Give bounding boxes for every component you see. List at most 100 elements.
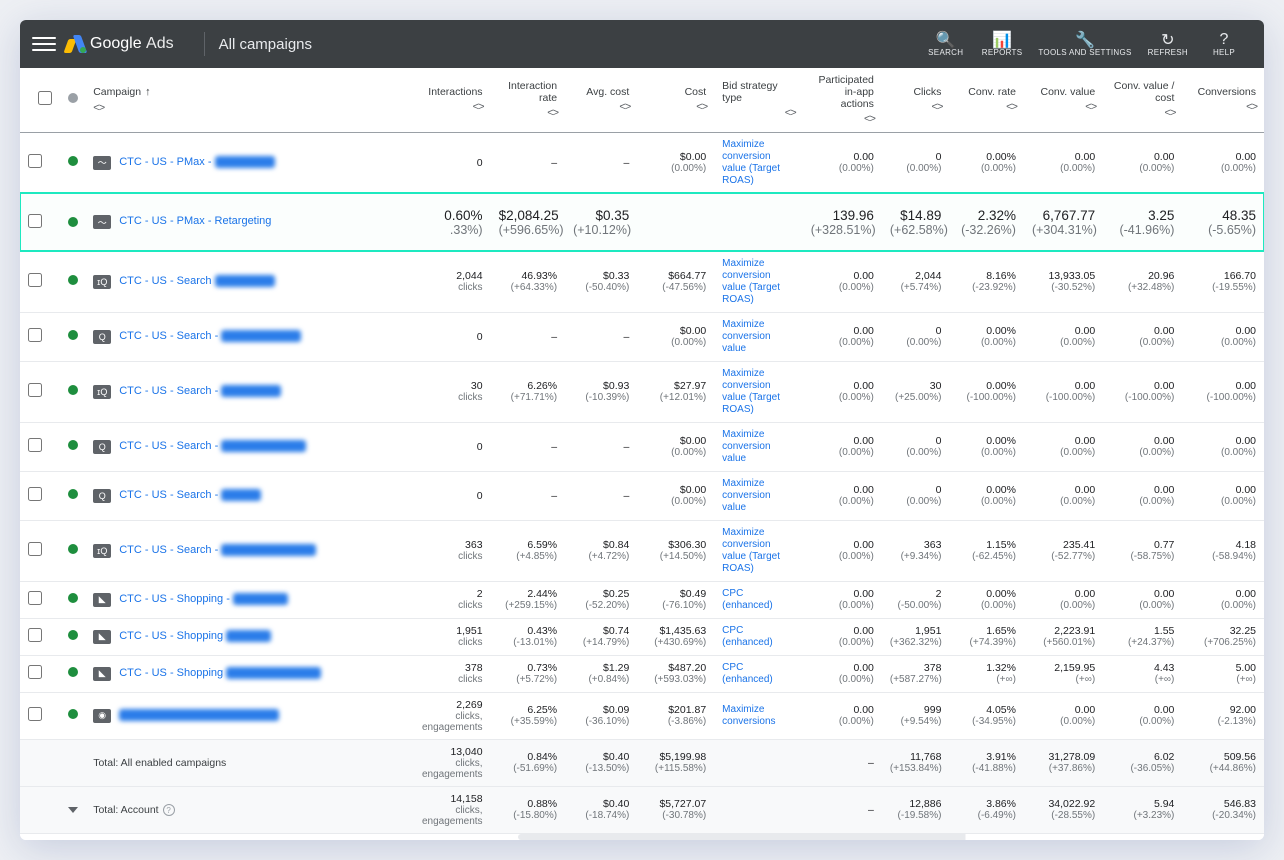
- campaign-link[interactable]: CTC - US - Shopping -: [119, 593, 288, 606]
- column-interactions[interactable]: Interactions< >: [411, 68, 490, 132]
- column-conv_rate[interactable]: Conv. rate< >: [949, 68, 1024, 132]
- campaign-link[interactable]: CTC - US - PMax - Retargeting: [119, 215, 271, 228]
- campaign-link[interactable]: CTC - US - Search -: [119, 544, 316, 557]
- table-row[interactable]: ɪQCTC - US - Search - 363clicks6.59%(+4.…: [20, 520, 1264, 581]
- bid-strategy-link[interactable]: CPC (enhanced): [722, 662, 795, 686]
- table-row[interactable]: 〜CTC - US - PMax - Retargeting 0.60%.33%…: [20, 193, 1264, 251]
- bid-strategy-link[interactable]: Maximize conversion value: [722, 478, 795, 514]
- table-row[interactable]: Total: All enabled campaigns13,040clicks…: [20, 739, 1264, 786]
- toolbar-search[interactable]: 🔍SEARCH: [926, 31, 966, 58]
- status-enabled-icon: [68, 156, 78, 166]
- expand-icon[interactable]: [68, 807, 78, 813]
- campaign-type-icon: Q: [93, 489, 111, 503]
- column-conversions[interactable]: Conversions< >: [1182, 68, 1264, 132]
- chevron-icon: < >: [473, 101, 483, 113]
- campaign-link[interactable]: [119, 709, 279, 722]
- campaign-link[interactable]: CTC - US - Search -: [119, 385, 281, 398]
- row-checkbox[interactable]: [28, 707, 42, 721]
- table-row[interactable]: QCTC - US - Search - 0––$0.00(0.00%)Maxi…: [20, 312, 1264, 361]
- column-cost[interactable]: Cost< >: [637, 68, 714, 132]
- bid-strategy-link[interactable]: CPC (enhanced): [722, 625, 795, 649]
- table-row[interactable]: ɪQCTC - US - Search - 30clicks6.26%(+71.…: [20, 361, 1264, 422]
- column-label: Conv. rate: [968, 86, 1016, 98]
- column-int_rate[interactable]: Interaction rate < >: [491, 68, 566, 132]
- breadcrumb[interactable]: All campaigns: [219, 36, 312, 53]
- campaign-link[interactable]: CTC - US - Search -: [119, 440, 306, 453]
- bid-strategy-link[interactable]: Maximize conversions: [722, 704, 795, 728]
- help-icon[interactable]: ?: [163, 804, 175, 816]
- table-row[interactable]: 〜CTC - US - PMax - 0––$0.00(0.00%)Maximi…: [20, 132, 1264, 193]
- redacted-text: [221, 330, 301, 342]
- redacted-text: [221, 489, 261, 501]
- campaign-link[interactable]: CTC - US - Shopping: [119, 630, 271, 643]
- logo-secondary: Ads: [146, 35, 174, 52]
- toolbar-refresh[interactable]: ↻REFRESH: [1148, 31, 1188, 58]
- scrollbar[interactable]: [518, 834, 1264, 840]
- tool-icon: 🔧: [1038, 31, 1131, 49]
- total-label: Total: Account: [93, 804, 158, 816]
- row-checkbox[interactable]: [28, 154, 42, 168]
- row-checkbox[interactable]: [28, 273, 42, 287]
- status-filter-icon[interactable]: [68, 93, 78, 103]
- chevron-icon: < >: [696, 101, 706, 113]
- row-checkbox[interactable]: [28, 665, 42, 679]
- column-check[interactable]: [20, 68, 60, 132]
- status-enabled-icon: [68, 630, 78, 640]
- table-row[interactable]: QCTC - US - Search - 0––$0.00(0.00%)Maxi…: [20, 471, 1264, 520]
- table-row[interactable]: ◉ 2,269clicks, engagements6.25%(+35.59%)…: [20, 692, 1264, 739]
- table-row[interactable]: ◣CTC - US - Shopping 378clicks0.73%(+5.7…: [20, 655, 1264, 692]
- campaign-link[interactable]: CTC - US - Search -: [119, 330, 301, 343]
- bid-strategy-link[interactable]: Maximize conversion value (Target ROAS): [722, 139, 795, 187]
- column-bid[interactable]: Bid strategy type< >: [714, 68, 803, 132]
- total-label: Total: All enabled campaigns: [93, 757, 226, 769]
- bid-strategy-link[interactable]: Maximize conversion value: [722, 429, 795, 465]
- toolbar-help[interactable]: ?HELP: [1204, 31, 1244, 58]
- bid-strategy-link[interactable]: Maximize conversion value (Target ROAS): [722, 527, 795, 575]
- divider: [204, 32, 205, 56]
- row-checkbox[interactable]: [28, 591, 42, 605]
- row-checkbox[interactable]: [28, 214, 42, 228]
- column-status[interactable]: [60, 68, 86, 132]
- table-row[interactable]: QCTC - US - Search - 0––$0.00(0.00%)Maxi…: [20, 422, 1264, 471]
- column-participated[interactable]: Participated in-app actions< >: [803, 68, 882, 132]
- column-conv_value[interactable]: Conv. value< >: [1024, 68, 1103, 132]
- bid-strategy-link[interactable]: Maximize conversion value: [722, 319, 795, 355]
- table-row[interactable]: Total: Account?14,158clicks, engagements…: [20, 786, 1264, 833]
- bid-strategy-link[interactable]: Maximize conversion value (Target ROAS): [722, 368, 795, 416]
- column-clicks[interactable]: Clicks< >: [882, 68, 950, 132]
- row-checkbox[interactable]: [28, 487, 42, 501]
- table-row[interactable]: ◣CTC - US - Shopping 1,951clicks0.43%(-1…: [20, 618, 1264, 655]
- column-avg_cost[interactable]: Avg. cost< >: [565, 68, 637, 132]
- row-checkbox[interactable]: [28, 438, 42, 452]
- table-row[interactable]: ◣CTC - US - Shopping - 2clicks2.44%(+259…: [20, 581, 1264, 618]
- menu-icon[interactable]: [32, 32, 56, 56]
- campaign-link[interactable]: CTC - US - Search: [119, 275, 274, 288]
- table-row[interactable]: ɪQCTC - US - Search 2,044clicks46.93%(+6…: [20, 251, 1264, 312]
- row-checkbox[interactable]: [28, 628, 42, 642]
- campaign-type-icon: Q: [93, 440, 111, 454]
- tool-label: SEARCH: [926, 49, 966, 58]
- campaign-link[interactable]: CTC - US - Shopping: [119, 667, 321, 680]
- row-checkbox[interactable]: [28, 542, 42, 556]
- column-label: Interaction rate: [499, 80, 558, 104]
- tool-label: REFRESH: [1148, 49, 1188, 58]
- row-checkbox[interactable]: [28, 383, 42, 397]
- bid-strategy-link[interactable]: Maximize conversion value (Target ROAS): [722, 258, 795, 306]
- column-conv_value_cost[interactable]: Conv. value / cost< >: [1103, 68, 1182, 132]
- column-label: Campaign↑: [93, 86, 150, 99]
- campaign-link[interactable]: CTC - US - PMax -: [119, 156, 274, 169]
- logo-primary: Google: [90, 35, 142, 52]
- chevron-icon: < >: [547, 107, 557, 119]
- status-enabled-icon: [68, 667, 78, 677]
- toolbar-reports[interactable]: 📊REPORTS: [982, 31, 1023, 58]
- status-enabled-icon: [68, 217, 78, 227]
- column-campaign[interactable]: Campaign↑< >: [85, 68, 411, 132]
- row-checkbox[interactable]: [28, 328, 42, 342]
- window: Google Ads All campaigns 🔍SEARCH 📊REPORTS…: [20, 20, 1264, 840]
- tool-icon: 📊: [982, 31, 1023, 49]
- campaign-type-icon: ɪQ: [93, 275, 111, 289]
- select-all-checkbox[interactable]: [38, 91, 52, 105]
- bid-strategy-link[interactable]: CPC (enhanced): [722, 588, 795, 612]
- campaign-link[interactable]: CTC - US - Search -: [119, 489, 261, 502]
- toolbar-tools-and-settings[interactable]: 🔧TOOLS AND SETTINGS: [1038, 31, 1131, 58]
